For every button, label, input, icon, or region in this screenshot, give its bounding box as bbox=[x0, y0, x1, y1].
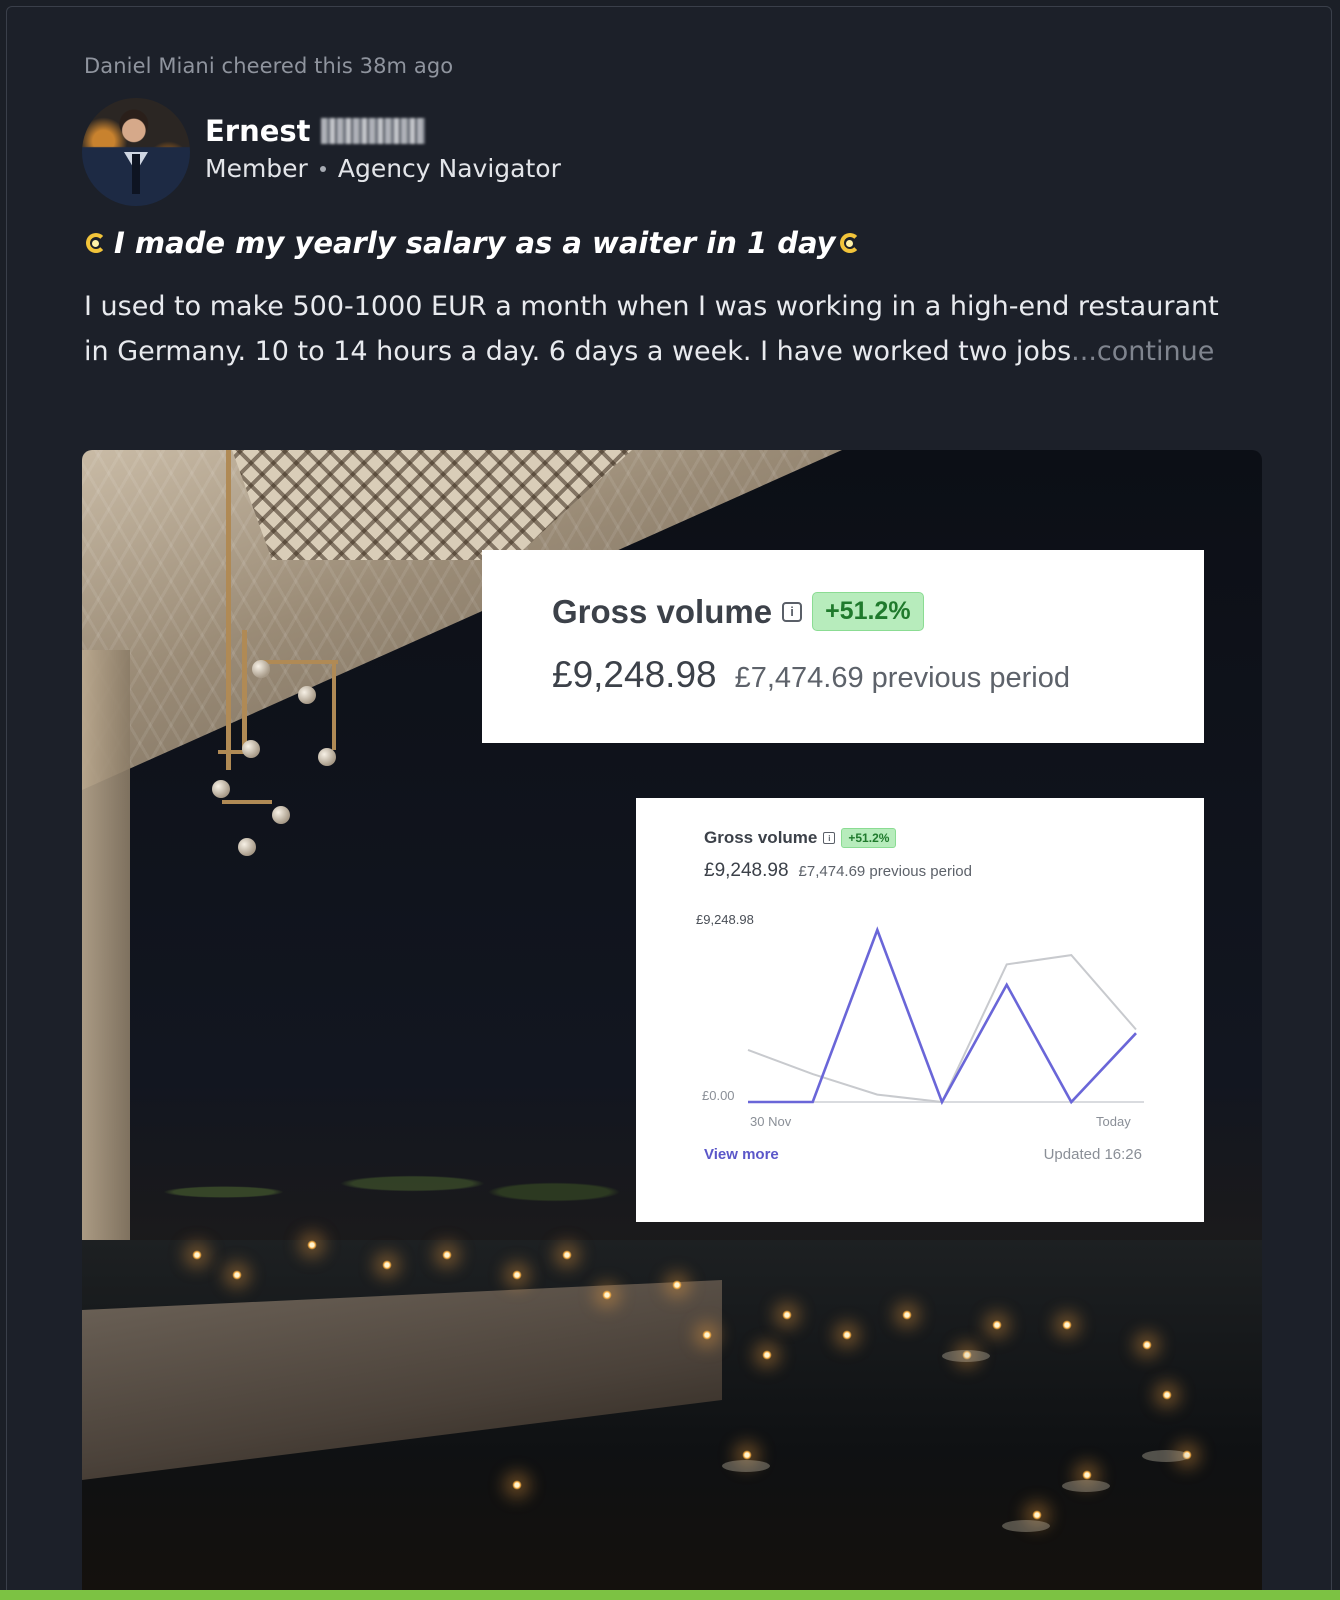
updated-time: Updated 16:26 bbox=[1043, 1146, 1142, 1163]
chandelier bbox=[182, 450, 362, 870]
post-body: I used to make 500-1000 EUR a month when… bbox=[84, 284, 1234, 374]
avatar-tie bbox=[132, 154, 140, 194]
gross-volume-title: Gross volume i +51.2% bbox=[552, 592, 924, 631]
gross-volume-chart-card: Gross volume i +51.2% £9,248.98 £7,474.6… bbox=[636, 798, 1204, 1222]
author-name[interactable]: Ernest bbox=[205, 114, 425, 148]
gross-volume-amount: £9,248.98 bbox=[552, 654, 717, 695]
view-more-link[interactable]: View more bbox=[704, 1146, 779, 1163]
x-tick-end: Today bbox=[1096, 1114, 1131, 1129]
previous-period: £7,474.69 previous period bbox=[734, 662, 1070, 694]
gross-volume-card: Gross volume i +51.2% £9,248.98 £7,474.6… bbox=[482, 550, 1204, 743]
post-title[interactable]: I made my yearly salary as a waiter in 1… bbox=[84, 226, 866, 260]
y-tick-bottom: £0.00 bbox=[702, 1088, 735, 1103]
author-first-name[interactable]: Ernest bbox=[205, 114, 311, 148]
change-badge: +51.2% bbox=[812, 592, 924, 631]
redacted-surname bbox=[320, 118, 425, 144]
x-tick-start: 30 Nov bbox=[750, 1114, 792, 1129]
gross-volume-label: Gross volume bbox=[552, 592, 773, 630]
author-meta: Member Agency Navigator bbox=[205, 154, 561, 183]
author-group[interactable]: Agency Navigator bbox=[338, 154, 561, 183]
gross-volume-values: £9,248.98 £7,474.69 previous period bbox=[552, 654, 1070, 696]
post-body-text: I used to make 500-1000 EUR a month when… bbox=[84, 291, 1219, 367]
separator-dot bbox=[319, 165, 326, 172]
continue-link[interactable]: ...continue bbox=[1071, 336, 1214, 367]
previous-period-line bbox=[747, 954, 1137, 1104]
author-role: Member bbox=[205, 154, 308, 183]
dizzy-star-icon bbox=[838, 229, 866, 257]
info-icon: i bbox=[782, 601, 803, 622]
activity-line: Daniel Miani cheered this 38m ago bbox=[84, 54, 454, 78]
series-layer bbox=[747, 926, 1137, 1106]
y-tick-top: £9,248.98 bbox=[696, 912, 754, 927]
bottom-accent-bar bbox=[0, 1590, 1340, 1600]
dizzy-star-icon bbox=[84, 229, 112, 257]
avatar[interactable] bbox=[82, 98, 190, 206]
current-period-line bbox=[748, 926, 1137, 1106]
post-title-text[interactable]: I made my yearly salary as a waiter in 1… bbox=[114, 226, 836, 260]
